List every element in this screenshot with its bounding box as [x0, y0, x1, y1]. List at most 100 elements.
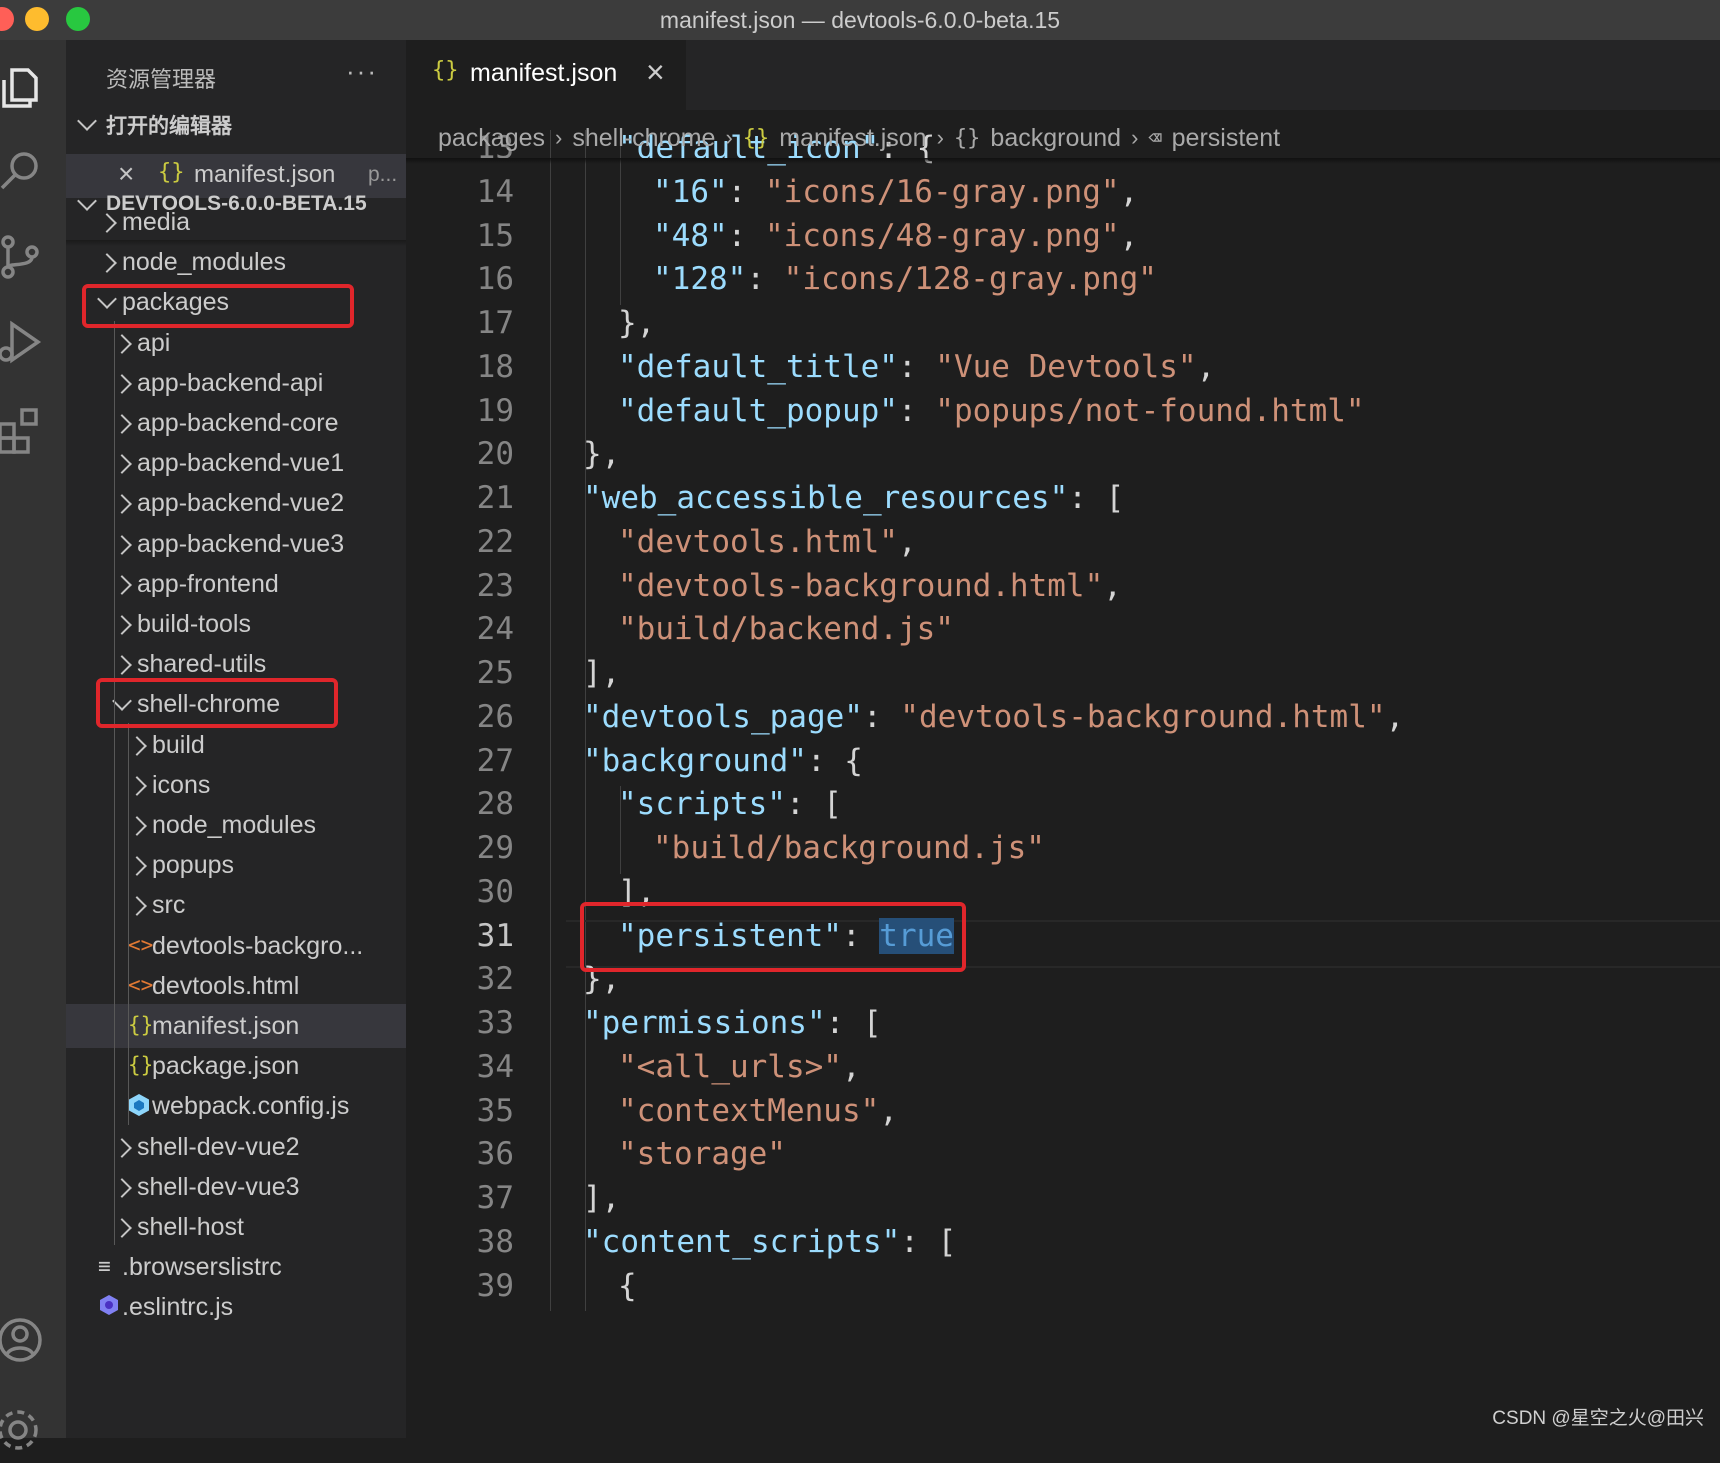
chevron-right-icon[interactable]	[112, 655, 132, 676]
tree-folder-item[interactable]: shell-host	[66, 1205, 406, 1249]
code-line[interactable]: "contextMenus",	[618, 1093, 898, 1129]
settings-gear-icon[interactable]	[0, 1402, 46, 1458]
code-line[interactable]: "devtools.html",	[618, 524, 917, 560]
close-icon[interactable]: ×	[118, 158, 134, 190]
account-icon[interactable]	[0, 1312, 48, 1368]
search-icon[interactable]	[0, 144, 50, 200]
tree-item-label: devtools-backgro...	[152, 931, 364, 960]
code-line[interactable]: "web_accessible_resources": [	[583, 480, 1124, 516]
close-window-button[interactable]	[0, 7, 14, 31]
tree-folder-item[interactable]: app-frontend	[66, 562, 406, 606]
breadcrumb-persistent[interactable]: persistent	[1172, 124, 1280, 153]
breadcrumb-packages[interactable]: packages	[438, 124, 545, 153]
punctuation: : [	[785, 786, 842, 823]
chevron-right-icon[interactable]	[112, 574, 132, 595]
tree-folder-item[interactable]: shell-dev-vue2	[66, 1125, 406, 1169]
explorer-icon[interactable]	[0, 60, 50, 116]
tree-file-item[interactable]: {} package.json	[66, 1044, 406, 1088]
code-line[interactable]: "permissions": [	[583, 1005, 882, 1041]
breadcrumb-background[interactable]: background	[990, 124, 1121, 153]
chevron-right-icon[interactable]	[112, 333, 132, 354]
code-line[interactable]: "default_title": "Vue Devtools",	[618, 349, 1215, 385]
breadcrumb-shell-chrome[interactable]: shell-chrome	[572, 124, 715, 153]
line-number: 26	[476, 698, 514, 735]
code-line[interactable]: "48": "icons/48-gray.png",	[653, 218, 1138, 254]
tree-folder-item[interactable]: app-backend-vue2	[66, 481, 406, 525]
chevron-right-icon[interactable]	[127, 856, 147, 877]
chevron-right-icon[interactable]	[112, 1177, 132, 1198]
watermark: CSDN @星空之火@田兴	[1492, 1408, 1704, 1429]
chevron-right-icon[interactable]	[112, 494, 132, 515]
minimize-window-button[interactable]	[25, 7, 49, 31]
code-line[interactable]: "content_scripts": [	[583, 1224, 956, 1260]
chevron-right-icon[interactable]	[112, 1218, 132, 1238]
extensions-icon[interactable]	[0, 402, 48, 458]
tab-manifest-json[interactable]: {} manifest.json ×	[406, 40, 686, 110]
chevron-right-icon[interactable]	[112, 373, 132, 394]
chevron-right-icon[interactable]	[127, 896, 147, 917]
code-line[interactable]: "devtools_page": "devtools-background.ht…	[583, 699, 1404, 735]
code-line[interactable]: "background": {	[583, 743, 863, 779]
tree-file-item[interactable]: <> devtools.html	[66, 964, 406, 1008]
run-debug-icon[interactable]	[0, 314, 48, 370]
tree-folder-item[interactable]: popups	[66, 843, 406, 887]
code-line[interactable]: ],	[583, 1180, 620, 1216]
chevron-right-icon[interactable]	[112, 1137, 132, 1158]
tree-folder-item[interactable]: media	[66, 200, 406, 244]
tree-file-item[interactable]: .eslintrc.js	[66, 1285, 406, 1329]
tree-folder-item[interactable]: shell-dev-vue3	[66, 1165, 406, 1209]
code-line[interactable]: ],	[583, 655, 620, 691]
chevron-right-icon[interactable]	[112, 534, 132, 555]
code-line[interactable]: {	[618, 1268, 637, 1304]
tree-folder-item[interactable]: src	[66, 883, 406, 927]
close-icon[interactable]: ×	[646, 54, 665, 91]
tree-folder-item[interactable]: build	[66, 723, 406, 767]
chevron-right-icon[interactable]	[97, 213, 117, 233]
chevron-down-icon[interactable]	[77, 111, 97, 131]
code-line[interactable]: },	[583, 436, 620, 472]
tree-file-item[interactable]: <> devtools-backgro...	[66, 924, 406, 968]
code-line[interactable]: "scripts": [	[618, 786, 842, 822]
code-line[interactable]: "build/backend.js"	[618, 611, 954, 647]
line-number: 27	[476, 742, 514, 779]
chevron-right-icon: ›	[725, 125, 733, 150]
code-view[interactable]: 13 "default_icon": {14 "16": "icons/16-gra…	[406, 40, 1720, 1438]
tree-folder-item[interactable]: node_modules	[66, 240, 406, 284]
tree-file-item[interactable]: webpack.config.js	[66, 1084, 406, 1128]
punctuation: : [	[900, 1223, 957, 1260]
chevron-right-icon[interactable]	[112, 454, 132, 475]
chevron-right-icon[interactable]	[97, 253, 117, 274]
code-line[interactable]: },	[618, 305, 655, 341]
boolean-property-icon: ⌫	[1148, 125, 1162, 151]
code-line[interactable]: "<all_urls>",	[618, 1049, 861, 1085]
chevron-right-icon[interactable]	[127, 816, 147, 836]
source-control-icon[interactable]	[0, 228, 48, 284]
more-actions-icon[interactable]: ···	[346, 56, 378, 87]
chevron-right-icon[interactable]	[112, 615, 132, 635]
code-line[interactable]: "storage"	[618, 1136, 786, 1172]
tree-folder-item[interactable]: icons	[66, 763, 406, 807]
tree-folder-item[interactable]: app-backend-core	[66, 401, 406, 445]
line-number: 29	[476, 830, 514, 866]
zoom-window-button[interactable]	[66, 7, 90, 31]
chevron-right-icon[interactable]	[127, 735, 147, 756]
tree-item-label: shell-host	[137, 1213, 244, 1241]
code-line[interactable]: "128": "icons/128-gray.png"	[653, 261, 1157, 297]
chevron-right-icon[interactable]	[112, 414, 132, 434]
tree-item-label: shell-dev-vue2	[137, 1132, 300, 1161]
tree-folder-item[interactable]: build-tools	[66, 602, 406, 646]
tree-file-item[interactable]: ≡ .browserslistrc	[66, 1245, 406, 1289]
tree-folder-item[interactable]: app-backend-api	[66, 361, 406, 405]
open-editors-title[interactable]: 打开的编辑器	[106, 110, 232, 140]
tree-folder-item[interactable]: app-backend-vue3	[66, 522, 406, 566]
code-line[interactable]: "default_popup": "popups/not-found.html"	[618, 393, 1365, 429]
breadcrumb-manifest-json[interactable]: manifest.json	[779, 124, 926, 153]
code-line[interactable]: "build/background.js"	[653, 830, 1045, 866]
code-line[interactable]: "16": "icons/16-gray.png",	[653, 174, 1138, 210]
code-line[interactable]: "devtools-background.html",	[618, 568, 1122, 604]
tree-item-label: package.json	[152, 1052, 300, 1081]
chevron-right-icon[interactable]	[127, 775, 147, 796]
tree-folder-item[interactable]: app-backend-vue1	[66, 441, 406, 485]
tree-file-item[interactable]: {} manifest.json	[66, 1004, 406, 1048]
tree-folder-item[interactable]: node_modules	[66, 803, 406, 847]
